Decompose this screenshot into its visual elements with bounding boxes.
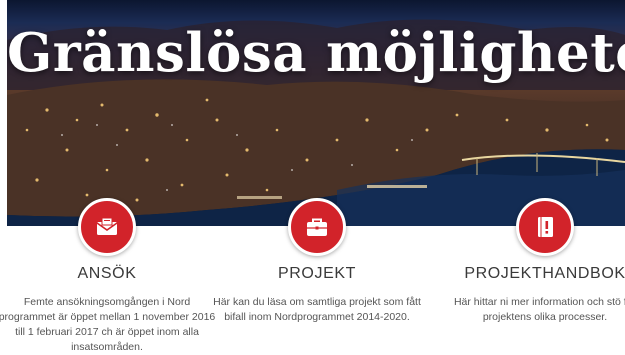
hero-banner: Gränslösa möjligheter bbox=[7, 0, 625, 226]
feature-title[interactable]: PROJEKT bbox=[207, 265, 427, 283]
envelope-icon[interactable] bbox=[78, 198, 136, 256]
handbook-icon[interactable] bbox=[516, 198, 574, 256]
hero-title: Gränslösa möjligheter bbox=[7, 22, 625, 84]
feature-description: Femte ansökningsomgången i Nord programm… bbox=[0, 296, 216, 353]
feature-title[interactable]: ANSÖK bbox=[0, 265, 217, 283]
briefcase-icon[interactable] bbox=[288, 198, 346, 256]
feature-description: Här hittar ni mer information och stö fö… bbox=[453, 296, 625, 323]
feature-ansok[interactable]: ANSÖK Femte ansökningsomgången i Nord pr… bbox=[0, 198, 217, 355]
feature-description: Här kan du läsa om samtliga projekt som … bbox=[213, 296, 421, 323]
feature-projekt[interactable]: PROJEKT Här kan du läsa om samtliga proj… bbox=[207, 198, 427, 325]
feature-title[interactable]: PROJEKTHANDBOK bbox=[435, 265, 625, 283]
feature-projekthandbok[interactable]: PROJEKTHANDBOK Här hittar ni mer informa… bbox=[435, 198, 625, 325]
